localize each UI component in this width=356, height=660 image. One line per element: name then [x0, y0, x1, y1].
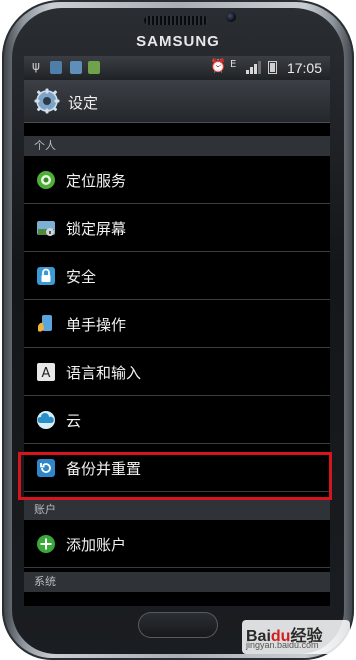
screen: ψ ⏰ E 17:05 设定 个人 定位服务 锁定屏幕 安全 单手操作 A 语言… — [24, 56, 330, 606]
settings-item-cloud[interactable]: 云 — [24, 396, 330, 444]
brand-logo: SAMSUNG — [136, 33, 220, 50]
settings-item-lockscreen[interactable]: 锁定屏幕 — [24, 204, 330, 252]
section-header-personal: 个人 — [24, 136, 330, 156]
action-bar: 设定 — [24, 80, 330, 123]
status-bar: ψ ⏰ E 17:05 — [24, 56, 330, 80]
watermark-url: jingyan.baidu.com — [246, 640, 319, 650]
settings-item-label: 安全 — [66, 268, 97, 286]
earpiece-speaker — [144, 16, 208, 25]
lock-icon — [36, 266, 56, 286]
cloud-icon — [36, 410, 56, 430]
settings-item-label: 定位服务 — [66, 172, 127, 190]
section-header-system: 系统 — [24, 572, 330, 592]
settings-item-security[interactable]: 安全 — [24, 252, 330, 300]
usb-icon: ψ — [32, 59, 40, 73]
home-button[interactable] — [138, 612, 218, 638]
settings-item-language[interactable]: A 语言和输入 — [24, 348, 330, 396]
page-title: 设定 — [68, 94, 99, 112]
hand-icon — [36, 314, 56, 334]
settings-item-label: 锁定屏幕 — [66, 220, 127, 238]
settings-item-add-account[interactable]: 添加账户 — [24, 520, 330, 568]
settings-gear-icon[interactable] — [34, 88, 60, 114]
signal-icon — [246, 61, 262, 74]
settings-item-label: 云 — [66, 412, 82, 430]
network-type: E — [230, 59, 237, 70]
location-icon — [36, 170, 56, 190]
settings-item-label: 语言和输入 — [66, 364, 142, 382]
notification-icon — [88, 61, 100, 74]
settings-item-label: 单手操作 — [66, 316, 127, 334]
front-camera — [226, 12, 236, 22]
add-icon — [36, 534, 56, 554]
alarm-icon: ⏰ — [210, 59, 227, 74]
watermark: Baidu经验 jingyan.baidu.com — [242, 620, 350, 654]
language-icon: A — [36, 362, 56, 382]
lockscreen-icon — [36, 218, 56, 238]
highlight-box — [18, 452, 332, 500]
settings-item-location[interactable]: 定位服务 — [24, 156, 330, 204]
settings-item-label: 添加账户 — [66, 536, 127, 554]
svg-text:A: A — [42, 366, 51, 381]
notification-icon — [70, 61, 82, 74]
battery-icon — [268, 61, 277, 74]
notification-icon — [50, 61, 62, 74]
section-header-accounts: 账户 — [24, 500, 330, 520]
clock: 17:05 — [286, 60, 322, 76]
settings-item-onehand[interactable]: 单手操作 — [24, 300, 330, 348]
